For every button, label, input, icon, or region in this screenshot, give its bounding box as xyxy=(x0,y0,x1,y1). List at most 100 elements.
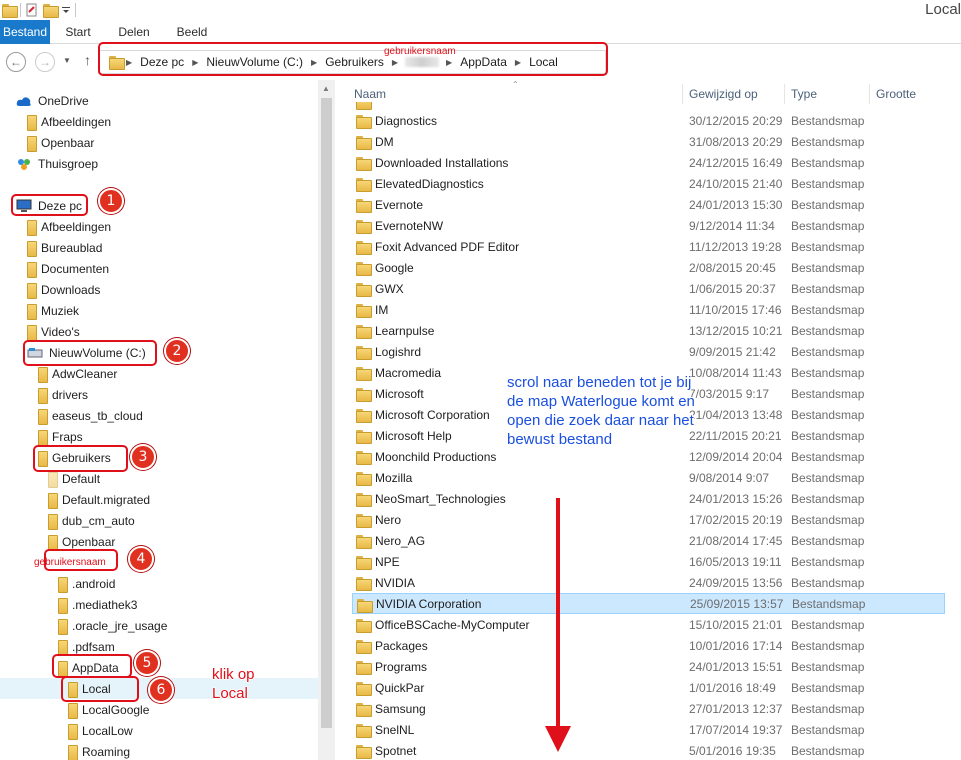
nav-item-default-migrated[interactable]: Default.migrated xyxy=(48,489,150,510)
table-row[interactable]: GWX 1/06/2015 20:37 Bestandsmap xyxy=(352,278,945,299)
folder-icon xyxy=(27,135,37,152)
nav-item-bureaublad[interactable]: Bureaublad xyxy=(27,237,102,258)
nav-item-android[interactable]: .android xyxy=(58,573,115,594)
divider xyxy=(75,3,76,17)
folder-icon xyxy=(58,639,68,656)
folder-icon xyxy=(356,262,372,276)
cell-name: OfficeBSCache-MyComputer xyxy=(375,617,530,632)
nav-item-openbaar[interactable]: Openbaar xyxy=(27,132,94,153)
table-row[interactable]: Logishrd 9/09/2015 21:42 Bestandsmap xyxy=(352,341,945,362)
address-highlight xyxy=(98,42,608,76)
nav-item-label: Afbeeldingen xyxy=(41,219,112,234)
table-row[interactable]: Samsung 27/01/2013 12:37 Bestandsmap xyxy=(352,698,945,719)
nav-item-oracle-jre[interactable]: .oracle_jre_usage xyxy=(58,615,167,636)
folder-icon xyxy=(2,4,18,18)
table-row[interactable]: Nero_AG 21/08/2014 17:45 Bestandsmap xyxy=(352,530,945,551)
table-row[interactable]: QuickPar 1/01/2016 18:49 Bestandsmap xyxy=(352,677,945,698)
nav-item-afbeeldingen-pc[interactable]: Afbeeldingen xyxy=(27,216,111,237)
recent-locations-dropdown-icon[interactable]: ▼ xyxy=(63,56,71,65)
back-button[interactable]: ← xyxy=(6,52,26,72)
nav-item-onedrive[interactable]: OneDrive xyxy=(16,90,89,111)
tab-start[interactable]: Start xyxy=(58,20,98,44)
table-row[interactable]: Diagnostics 30/12/2015 20:29 Bestandsmap xyxy=(352,110,945,131)
nav-item-easeus[interactable]: easeus_tb_cloud xyxy=(38,405,143,426)
nav-item-drivers[interactable]: drivers xyxy=(38,384,88,405)
table-row[interactable]: Learnpulse 13/12/2015 10:21 Bestandsmap xyxy=(352,320,945,341)
folder-icon xyxy=(356,367,372,381)
cell-modified: 1/01/2016 18:49 xyxy=(689,680,776,695)
tab-delen[interactable]: Delen xyxy=(111,20,157,44)
table-row[interactable]: Packages 10/01/2016 17:14 Bestandsmap xyxy=(352,635,945,656)
nav-item-thuisgroep[interactable]: Thuisgroep xyxy=(16,153,98,174)
tab-bestand[interactable]: Bestand xyxy=(0,20,50,44)
cell-type: Bestandsmap xyxy=(791,302,865,317)
scroll-up-icon[interactable]: ▲ xyxy=(322,84,330,93)
table-row[interactable]: IM 11/10/2015 17:46 Bestandsmap xyxy=(352,299,945,320)
table-row[interactable]: NPE 16/05/2013 19:11 Bestandsmap xyxy=(352,551,945,572)
cell-type: Bestandsmap xyxy=(791,155,865,170)
cell-type: Bestandsmap xyxy=(791,722,865,737)
customize-dropdown-icon[interactable] xyxy=(61,4,71,16)
table-row[interactable]: Moonchild Productions 12/09/2014 20:04 Bes… xyxy=(352,446,945,467)
table-row[interactable]: Mozilla 9/08/2014 9:07 Bestandsmap xyxy=(352,467,945,488)
table-row[interactable]: Foxit Advanced PDF Editor 11/12/2013 19:2… xyxy=(352,236,945,257)
table-row[interactable]: EvernoteNW 9/12/2014 11:34 Bestandsmap xyxy=(352,215,945,236)
navigation-bar: ← → ▼ ↑ ▶ Deze pc ▶ NieuwVolume (C:) ▶ G… xyxy=(0,42,961,80)
nav-item-downloads[interactable]: Downloads xyxy=(27,279,100,300)
up-arrow-icon[interactable]: ↑ xyxy=(84,52,91,68)
nav-item-afbeeldingen[interactable]: Afbeeldingen xyxy=(27,111,111,132)
table-row[interactable]: NeoSmart_Technologies 24/01/2013 15:26 Bes… xyxy=(352,488,945,509)
cell-name: Mozilla xyxy=(375,470,413,485)
nav-item-locallow[interactable]: LocalLow xyxy=(68,720,133,741)
table-row[interactable]: Programs 24/01/2013 15:51 Bestandsmap xyxy=(352,656,945,677)
cell-type: Bestandsmap xyxy=(791,449,865,464)
nav-item-documenten[interactable]: Documenten xyxy=(27,258,109,279)
forward-button[interactable]: → xyxy=(35,52,55,72)
nav-item-fraps[interactable]: Fraps xyxy=(38,426,83,447)
table-row[interactable]: ElevatedDiagnostics 24/10/2015 21:40 Besta… xyxy=(352,173,945,194)
nav-item-dub-cm-auto[interactable]: dub_cm_auto xyxy=(48,510,135,531)
cell-modified: 24/09/2015 13:56 xyxy=(689,575,783,590)
table-row[interactable]: Google 2/08/2015 20:45 Bestandsmap xyxy=(352,257,945,278)
nav-item-adwcleaner[interactable]: AdwCleaner xyxy=(38,363,117,384)
cell-modified: 30/12/2015 20:29 xyxy=(689,113,783,128)
table-row[interactable]: Spotnet 5/01/2016 19:35 Bestandsmap xyxy=(352,740,945,760)
step-1-highlight xyxy=(11,194,88,216)
table-row[interactable]: DM 31/08/2013 20:29 Bestandsmap xyxy=(352,131,945,152)
nav-item-mediathek3[interactable]: .mediathek3 xyxy=(58,594,137,615)
divider xyxy=(869,84,870,104)
nav-item-roaming[interactable]: Roaming xyxy=(68,741,130,760)
nav-item-muziek[interactable]: Muziek xyxy=(27,300,79,321)
cell-modified: 24/01/2013 15:51 xyxy=(689,659,783,674)
cell-type: Bestandsmap xyxy=(791,743,865,758)
table-row[interactable]: Nero 17/02/2015 20:19 Bestandsmap xyxy=(352,509,945,530)
table-row[interactable]: Downloaded Installations 24/12/2015 16:49… xyxy=(352,152,945,173)
nav-item-label: Video's xyxy=(41,324,80,339)
cell-modified: 17/02/2015 20:19 xyxy=(689,512,783,527)
scrollbar-thumb[interactable] xyxy=(321,98,332,728)
nav-item-default[interactable]: Default xyxy=(48,468,100,489)
nav-item-localgoogle[interactable]: LocalGoogle xyxy=(68,699,149,720)
cell-name: Nero_AG xyxy=(375,533,426,548)
nav-item-label: Default xyxy=(62,471,101,486)
cell-modified: 25/09/2015 13:57 xyxy=(690,596,784,611)
table-row[interactable]: OfficeBSCache-MyComputer 15/10/2015 21:01… xyxy=(352,614,945,635)
nav-item-label: .android xyxy=(72,576,116,591)
table-row[interactable]: NVIDIA Corporation 25/09/2015 13:57 Bestan… xyxy=(352,593,945,614)
table-row[interactable]: SnelNL 17/07/2014 19:37 Bestandsmap xyxy=(352,719,945,740)
nav-item-videos[interactable]: Video's xyxy=(27,321,80,342)
table-row[interactable]: NVIDIA 24/09/2015 13:56 Bestandsmap xyxy=(352,572,945,593)
cell-name: Microsoft Corporation xyxy=(375,407,490,422)
nav-item-label: Afbeeldingen xyxy=(41,114,112,129)
cell-type: Bestandsmap xyxy=(791,659,865,674)
nav-item-label: OneDrive xyxy=(38,93,89,108)
nav-item-label: Thuisgroep xyxy=(38,156,99,171)
step-5-badge: 5 xyxy=(134,650,160,676)
table-row[interactable]: Evernote 24/01/2013 15:30 Bestandsmap xyxy=(352,194,945,215)
nav-scrollbar[interactable]: ▲ xyxy=(318,80,335,760)
tab-beeld[interactable]: Beeld xyxy=(170,20,214,44)
folder-icon xyxy=(356,430,372,444)
new-folder-icon[interactable] xyxy=(43,4,59,18)
table-row[interactable] xyxy=(352,102,945,110)
properties-icon[interactable] xyxy=(25,3,39,17)
